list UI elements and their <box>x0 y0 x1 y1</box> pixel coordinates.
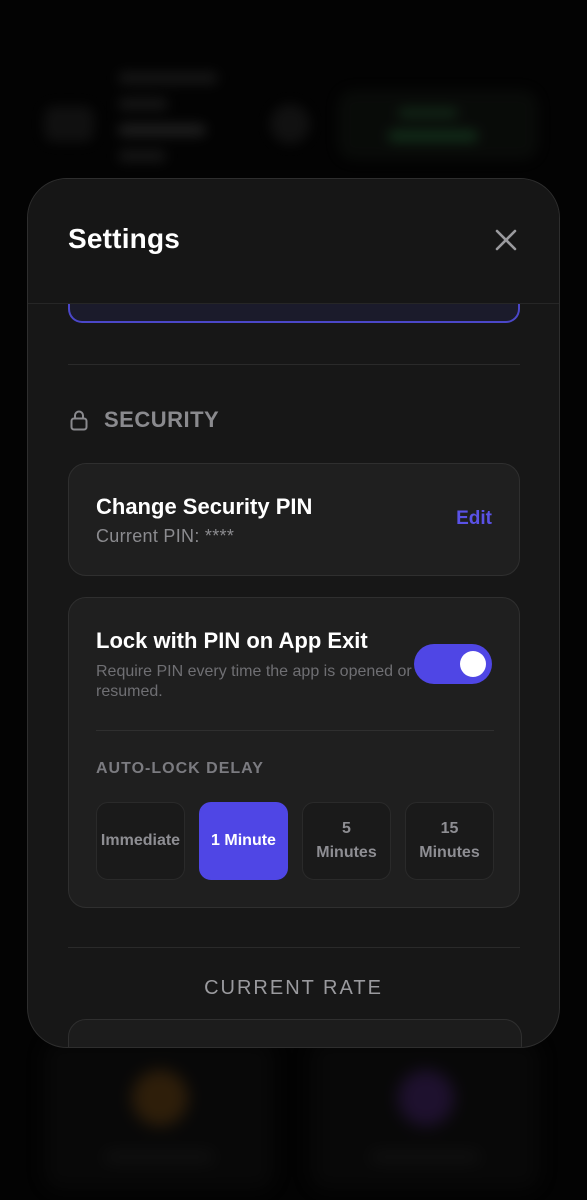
section-title: SECURITY <box>104 407 220 432</box>
blurred-title-lines <box>118 72 218 176</box>
delay-option-unit: Minutes <box>316 844 377 861</box>
delay-option-label: Immediate <box>100 832 181 849</box>
close-icon <box>495 229 517 251</box>
close-button[interactable] <box>493 227 519 253</box>
lock-on-exit-card: Lock with PIN on App Exit Require PIN ev… <box>68 597 520 908</box>
delay-option-1-minute[interactable]: 1 Minute <box>199 802 288 880</box>
blurred-card <box>44 1040 274 1190</box>
toggle-knob <box>460 651 486 677</box>
delay-option-label: 15 <box>440 820 459 837</box>
settings-modal: Settings SECURITY Change Security PIN Cu… <box>27 178 560 1048</box>
lock-icon <box>70 410 88 431</box>
modal-title: Settings <box>68 223 181 254</box>
change-pin-card: Change Security PIN Current PIN: **** Ed… <box>68 463 520 576</box>
auto-lock-delay-options: Immediate 1 Minute 5 Minutes 15 Minutes <box>96 802 494 880</box>
lock-on-exit-description: Require PIN every time the app is opened… <box>96 663 412 700</box>
blurred-bottom-cards <box>0 1040 587 1200</box>
current-rate-title: CURRENT RATE <box>204 977 383 999</box>
delay-option-5-minutes[interactable]: 5 Minutes <box>302 802 391 880</box>
delay-option-label: 1 Minute <box>211 832 276 849</box>
auto-lock-delay-label: AUTO-LOCK DELAY <box>96 760 264 777</box>
previous-section-card <box>68 303 520 323</box>
section-divider <box>68 947 520 948</box>
delay-option-unit: Minutes <box>419 844 480 861</box>
blurred-icon <box>270 104 310 144</box>
delay-option-label: 5 <box>342 820 351 837</box>
edit-pin-button[interactable]: Edit <box>456 508 492 530</box>
delay-option-immediate[interactable]: Immediate <box>96 802 185 880</box>
current-pin-text: Current PIN: **** <box>96 526 235 546</box>
lock-on-exit-title: Lock with PIN on App Exit <box>96 628 368 653</box>
section-divider <box>68 364 520 365</box>
settings-scroll-area[interactable]: SECURITY Change Security PIN Current PIN… <box>28 303 559 1047</box>
blurred-app-header <box>0 60 587 180</box>
blurred-balance-pill <box>338 90 538 160</box>
blurred-avatar <box>44 106 94 142</box>
blurred-card <box>310 1040 540 1190</box>
modal-header: Settings <box>28 179 559 304</box>
current-rate-card <box>68 1019 522 1047</box>
change-pin-title: Change Security PIN <box>96 494 313 519</box>
card-divider <box>96 730 494 731</box>
delay-option-15-minutes[interactable]: 15 Minutes <box>405 802 494 880</box>
lock-on-exit-toggle[interactable] <box>414 644 492 684</box>
security-section-header: SECURITY <box>68 407 219 433</box>
